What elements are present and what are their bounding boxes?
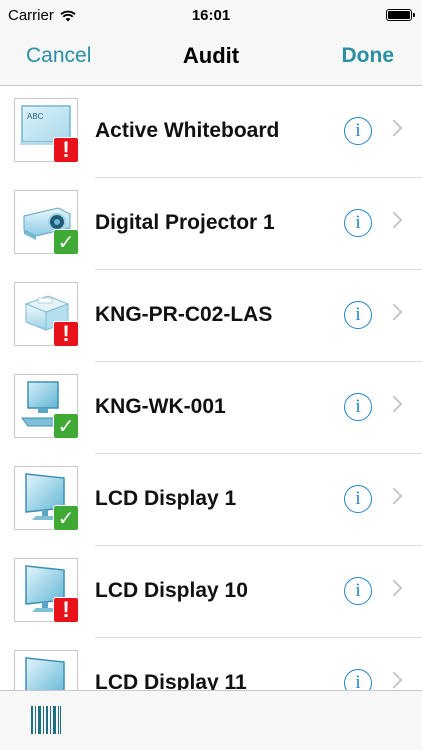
chevron-right-icon: [385, 119, 403, 137]
list-item[interactable]: ✓ Digital Projector 1 i: [0, 178, 422, 270]
chevron-right-icon: [385, 395, 403, 413]
item-label: Digital Projector 1: [95, 211, 275, 234]
monitor-icon: ✓: [14, 466, 79, 531]
chevron-right-icon: [385, 671, 403, 689]
workstation-icon: ✓: [14, 374, 79, 439]
barcode-icon[interactable]: [30, 705, 62, 735]
navigation-bar: Cancel Audit Done: [0, 32, 422, 86]
item-label: LCD Display 1: [95, 487, 237, 510]
projector-icon: ✓: [14, 190, 79, 255]
chevron-right-icon: [385, 487, 403, 505]
battery-icon: [386, 9, 415, 21]
list-item[interactable]: ABC ! Active Whiteboard i: [0, 86, 422, 178]
monitor-icon: !: [14, 558, 79, 623]
battery-fill: [388, 11, 410, 19]
warning-badge: !: [53, 137, 79, 163]
check-badge: ✓: [53, 505, 79, 531]
info-icon[interactable]: i: [344, 117, 372, 145]
chevron-right-icon: [385, 579, 403, 597]
item-label: Active Whiteboard: [95, 119, 280, 142]
check-badge: ✓: [53, 413, 79, 439]
warning-badge: !: [53, 597, 79, 623]
whiteboard-icon: ABC !: [14, 98, 79, 163]
list-item[interactable]: LCD Display 11 i: [0, 638, 422, 690]
audit-screen: Carrier 16:01 Cancel Audit Done ABC ! Ac…: [0, 0, 422, 750]
info-icon[interactable]: i: [344, 577, 372, 605]
info-icon[interactable]: i: [344, 393, 372, 421]
info-icon[interactable]: i: [344, 485, 372, 513]
whiteboard-text: ABC: [27, 112, 44, 121]
item-label: KNG-WK-001: [95, 395, 226, 418]
warning-badge: !: [53, 321, 79, 347]
monitor-icon: [14, 650, 78, 690]
chevron-right-icon: [385, 211, 403, 229]
chevron-right-icon: [385, 303, 403, 321]
list-item[interactable]: ✓ LCD Display 1 i: [0, 454, 422, 546]
done-button[interactable]: Done: [342, 44, 395, 68]
status-time: 16:01: [191, 7, 231, 24]
item-label: LCD Display 10: [95, 579, 248, 602]
status-bar: Carrier 16:01: [0, 0, 422, 32]
printer-icon: !: [14, 282, 79, 347]
info-icon[interactable]: i: [344, 209, 372, 237]
item-label: KNG-PR-C02-LAS: [95, 303, 273, 326]
list-item[interactable]: ! LCD Display 10 i: [0, 546, 422, 638]
info-icon[interactable]: i: [344, 669, 372, 690]
info-icon[interactable]: i: [344, 301, 372, 329]
asset-list: ABC ! Active Whiteboard i ✓ Digital Proj…: [0, 86, 422, 690]
item-label: LCD Display 11: [95, 671, 247, 690]
list-item[interactable]: ✓ KNG-WK-001 i: [0, 362, 422, 454]
bottom-toolbar: [0, 690, 422, 750]
list-item[interactable]: ! KNG-PR-C02-LAS i: [0, 270, 422, 362]
check-badge: ✓: [53, 229, 79, 255]
